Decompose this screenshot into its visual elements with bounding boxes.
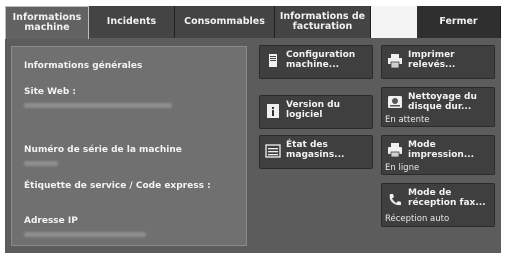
printer-mode-icon [387,142,403,158]
site-web-label: Site Web : [24,87,76,97]
phone-handset-icon [387,192,403,208]
info-icon [265,103,281,119]
tab-consumables[interactable]: Consommables [175,6,275,38]
service-tag-label: Étiquette de service / Code express : [24,181,211,191]
print-reports-button[interactable]: Imprimer relevés... [381,45,495,79]
printer-icon [387,53,403,69]
list-icon [265,143,281,159]
software-version-button[interactable]: Version du logiciel [259,95,373,129]
fax-receive-mode-label: Mode de réception fax... [408,188,486,208]
tray-status-label: État des magasins... [286,140,345,160]
ip-label: Adresse IP [24,216,78,226]
tab-machine-info-label: Informations machine [12,12,82,33]
tab-incidents-label: Incidents [106,16,157,27]
general-info-panel: Informations générales Site Web : Numéro… [11,46,247,246]
tab-bar: Informations machine Incidents Consommab… [5,6,501,39]
serial-label: Numéro de série de la machine [24,145,182,155]
serial-value [24,161,58,166]
close-button-label: Fermer [439,16,478,27]
disk-cleaning-button[interactable]: Nettoyage du disque dur... En attente [381,87,495,127]
tab-blank [371,6,417,38]
fax-receive-mode-status: Réception auto [385,214,450,224]
machine-config-button[interactable]: Configuration machine... [259,45,373,79]
print-mode-label: Mode impression... [408,140,475,160]
tab-billing-info-label: Informations de facturation [279,11,366,32]
document-icon [265,53,281,69]
tab-billing-info[interactable]: Informations de facturation [275,6,371,38]
print-mode-button[interactable]: Mode impression... En ligne [381,135,495,175]
machine-status-window: Informations machine Incidents Consommab… [5,6,501,253]
disk-cleaning-label: Nettoyage du disque dur... [408,92,477,112]
software-version-label: Version du logiciel [286,100,341,120]
hard-disk-icon [387,94,403,110]
fax-receive-mode-button[interactable]: Mode de réception fax... Réception auto [381,183,495,227]
machine-info-content: Informations générales Site Web : Numéro… [5,39,501,253]
site-web-value [24,103,172,108]
disk-cleaning-status: En attente [385,115,430,125]
ip-value [24,232,146,237]
tab-machine-info[interactable]: Informations machine [5,6,89,39]
tray-status-button[interactable]: État des magasins... [259,135,373,169]
close-button[interactable]: Fermer [417,6,501,38]
print-reports-label: Imprimer relevés... [408,50,456,70]
print-mode-status: En ligne [385,163,420,173]
machine-config-label: Configuration machine... [286,50,356,70]
tab-consumables-label: Consommables [184,16,265,27]
general-info-title: Informations générales [24,61,143,71]
tab-incidents[interactable]: Incidents [89,6,175,38]
